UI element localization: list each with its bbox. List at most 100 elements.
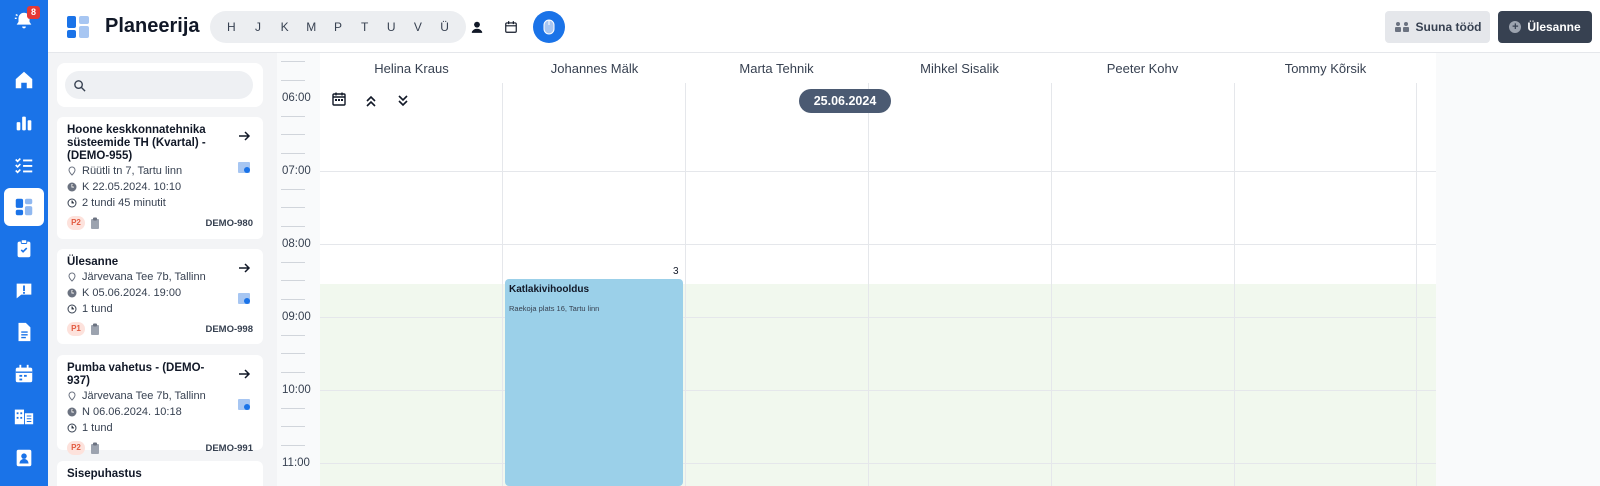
current-date-badge[interactable]: 25.06.2024: [799, 89, 891, 113]
arrow-right-icon[interactable]: [237, 367, 251, 381]
person-icon: [471, 21, 483, 33]
sidebar-item-reports[interactable]: [4, 104, 44, 142]
task-id: DEMO-980: [205, 217, 253, 229]
time-label: 08:00: [282, 238, 311, 250]
day-button[interactable]: T: [354, 20, 376, 34]
weekday-filter: H J K M P T U V Ü: [210, 11, 466, 43]
building-icon: [14, 409, 34, 425]
clipboard-icon: [17, 239, 31, 258]
task-title: Sisepuhastus: [67, 468, 142, 480]
sidebar-item-home[interactable]: [4, 61, 44, 99]
clipboard-icon: [91, 442, 99, 454]
priority-badge: P2: [67, 216, 85, 230]
task-card[interactable]: Sisepuhastus: [57, 461, 263, 486]
column-header: Johannes Mälk: [550, 60, 639, 76]
top-header: Planeerija H J K M P T U V Ü Suuna tööd …: [48, 0, 1600, 53]
search-container: [57, 63, 263, 107]
task-id: DEMO-998: [205, 323, 253, 335]
add-task-button[interactable]: + Ülesanne: [1498, 11, 1592, 43]
search-icon: [74, 80, 86, 92]
sidebar-item-planner[interactable]: [4, 188, 44, 226]
task-deadline: N 06.06.2024. 10:18: [67, 404, 253, 420]
arrow-right-icon[interactable]: [237, 129, 251, 143]
mouse-icon: [543, 19, 555, 35]
alert-icon: [16, 283, 32, 299]
sidebar-item-buildings[interactable]: [4, 397, 44, 435]
sidebar-item-tasks[interactable]: [4, 146, 44, 184]
timer-icon: [67, 198, 77, 208]
calendar-event[interactable]: Katlakivihooldus Raekoja plats 16, Tartu…: [505, 279, 683, 486]
column-header: Mihkel Sisalik: [920, 60, 999, 76]
calendar-icon: [505, 21, 517, 33]
double-chevron-down-icon[interactable]: [396, 94, 410, 108]
timer-icon: [67, 423, 77, 433]
priority-badge: P2: [67, 441, 85, 455]
timer-icon: [67, 304, 77, 314]
planner-logo-icon: [67, 16, 89, 38]
clock-icon: [67, 407, 77, 417]
task-duration: 2 tundi 45 minutit: [67, 195, 253, 211]
task-card[interactable]: Pumba vahetus - (DEMO-937) Järvevana Tee…: [57, 355, 263, 455]
time-label: 07:00: [282, 165, 311, 177]
column-header: Tommy Kõrsik: [1284, 60, 1367, 76]
task-deadline: K 22.05.2024. 10:10: [67, 179, 253, 195]
notifications-button[interactable]: 8: [4, 2, 44, 40]
time-label: 06:00: [282, 92, 311, 104]
double-chevron-up-icon[interactable]: [364, 94, 378, 108]
task-duration: 1 tund: [67, 301, 253, 317]
person-view-button[interactable]: [466, 16, 488, 38]
column-header: Marta Tehnik: [739, 60, 814, 76]
task-title: Hoone keskkonnatehnika süsteemide TH (Kv…: [67, 124, 206, 162]
sidebar-item-clipboard[interactable]: [4, 230, 44, 268]
day-button[interactable]: J: [247, 20, 269, 34]
day-button[interactable]: P: [327, 20, 349, 34]
search-input[interactable]: [65, 71, 253, 99]
calendar-grid: Helina Kraus Johannes Mälk Marta Tehnik …: [277, 53, 1600, 486]
task-deadline: K 05.06.2024. 19:00: [67, 285, 253, 301]
day-button[interactable]: Ü: [434, 20, 456, 34]
direct-work-button[interactable]: Suuna tööd: [1385, 11, 1490, 43]
page-title: Planeerija: [105, 15, 200, 37]
column-header: Peeter Kohv: [1106, 60, 1179, 76]
day-button[interactable]: H: [220, 20, 242, 34]
sidebar-item-contacts[interactable]: [4, 439, 44, 477]
priority-badge: P1: [67, 322, 85, 336]
calendar-icon: [15, 364, 33, 383]
day-button[interactable]: M: [300, 20, 322, 34]
day-button[interactable]: K: [274, 20, 296, 34]
direct-work-label: Suuna tööd: [1415, 20, 1482, 34]
day-button[interactable]: V: [407, 20, 429, 34]
task-card[interactable]: Ülesanne Järvevana Tee 7b, Tallinn K 05.…: [57, 249, 263, 344]
calendar-user-icon[interactable]: [237, 291, 251, 305]
task-address: Järvevana Tee 7b, Tallinn: [67, 269, 253, 285]
sidebar-item-alerts[interactable]: [4, 272, 44, 310]
sidebar-item-calendar[interactable]: [4, 355, 44, 393]
sidebar-item-documents[interactable]: [4, 313, 44, 351]
map-view-button[interactable]: [533, 11, 565, 43]
home-icon: [15, 71, 33, 89]
location-pin-icon: [68, 272, 76, 282]
day-button[interactable]: U: [380, 20, 402, 34]
location-pin-icon: [68, 391, 76, 401]
date-picker-icon[interactable]: [332, 92, 346, 106]
notification-badge: 8: [27, 6, 40, 19]
column-header: Helina Kraus: [374, 60, 449, 76]
document-icon: [18, 322, 31, 342]
clipboard-icon: [91, 217, 99, 229]
task-card[interactable]: Hoone keskkonnatehnika süsteemide TH (Kv…: [57, 117, 263, 239]
task-title: Ülesanne: [67, 256, 119, 268]
chart-icon: [16, 116, 32, 131]
time-label: 10:00: [282, 384, 311, 396]
calendar-view-button[interactable]: [500, 16, 522, 38]
task-address: Rüütli tn 7, Tartu linn: [67, 163, 253, 179]
calendar-user-icon[interactable]: [237, 397, 251, 411]
location-pin-icon: [68, 166, 76, 176]
plus-icon: +: [1509, 21, 1522, 33]
arrow-right-icon[interactable]: [237, 261, 251, 275]
time-label: 09:00: [282, 311, 311, 323]
clipboard-icon: [91, 323, 99, 335]
checklist-icon: [15, 157, 33, 174]
calendar-user-icon[interactable]: [237, 160, 251, 174]
event-address: Raekoja plats 16, Tartu linn: [509, 304, 600, 313]
planner-icon: [15, 198, 33, 216]
